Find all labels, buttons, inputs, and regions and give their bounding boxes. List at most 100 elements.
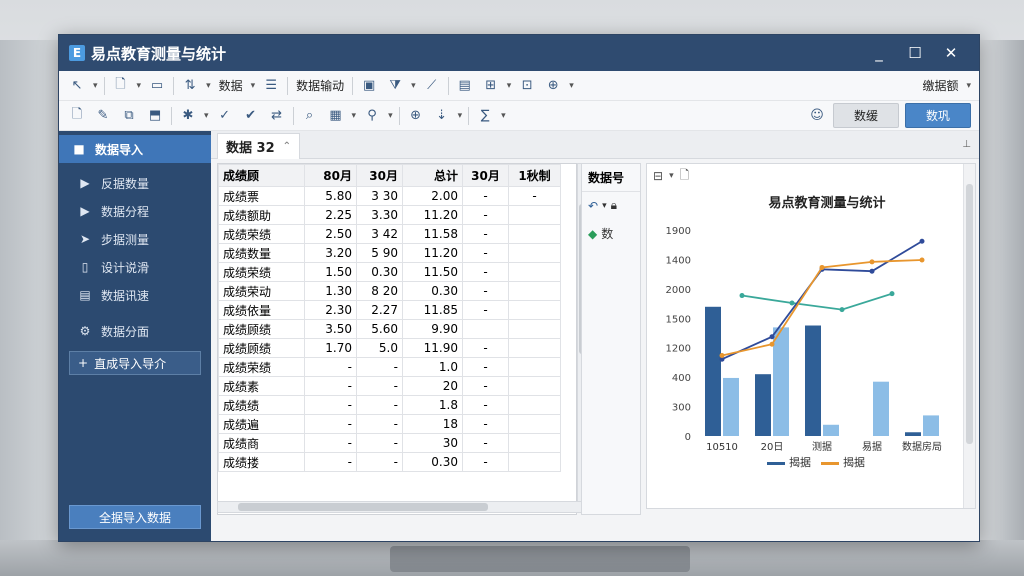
sort-az-icon[interactable]: ⇣ xyxy=(432,106,452,126)
minimize-button[interactable]: _ xyxy=(861,44,897,62)
table-row[interactable]: 成绩荣动 1.30 8 20 0.30- xyxy=(218,281,561,301)
table-cell[interactable]: 成绩荣绩 xyxy=(218,224,305,244)
sort-icon[interactable]: ⇅ xyxy=(180,76,200,96)
table-cell[interactable]: - xyxy=(304,395,357,415)
table-cell[interactable] xyxy=(508,395,561,415)
layout-icon[interactable]: ⊞ xyxy=(481,76,501,96)
table-cell[interactable]: 3 30 xyxy=(356,186,403,206)
chevron-down-icon[interactable]: ▾ xyxy=(206,81,211,91)
table-cell[interactable]: 11.50 xyxy=(402,262,463,282)
table-cell[interactable]: 5.80 xyxy=(304,186,357,206)
tab-pin-icon[interactable]: ⌃ xyxy=(283,141,291,152)
table-cell[interactable]: - xyxy=(304,433,357,453)
import-all-button[interactable]: 全据导入数据 xyxy=(69,505,201,529)
table-cell[interactable]: 成绩票 xyxy=(218,186,305,206)
table-row[interactable]: 成绩依量 2.30 2.27 11.85- xyxy=(218,300,561,320)
column-header[interactable]: 总计 xyxy=(402,164,463,187)
table-cell[interactable]: 11.58 xyxy=(402,224,463,244)
scroll-thumb[interactable] xyxy=(238,503,488,511)
table-cell[interactable]: 2.30 xyxy=(304,300,357,320)
table-cell[interactable]: 2.25 xyxy=(304,205,357,225)
new-file-icon[interactable]: 🗋 xyxy=(111,76,131,96)
validate-icon[interactable]: ✔ xyxy=(241,106,261,126)
close-button[interactable]: ✕ xyxy=(933,44,969,62)
table-cell[interactable]: 5.60 xyxy=(356,319,403,339)
table-row[interactable]: 成绩荣绩 2.50 3 42 11.58- xyxy=(218,224,561,244)
table-cell[interactable] xyxy=(462,319,509,339)
table-cell[interactable]: - xyxy=(462,186,509,206)
table-cell[interactable]: 8 20 xyxy=(356,281,403,301)
table-cell[interactable]: 30 xyxy=(402,433,463,453)
sidebar-item-data-face[interactable]: ⚙ 数据分面 xyxy=(59,317,211,345)
table-row[interactable]: 成绩商 - -30- xyxy=(218,433,561,453)
table-cell[interactable]: - xyxy=(462,433,509,453)
chevron-down-icon[interactable]: ▾ xyxy=(501,111,506,121)
table-cell[interactable] xyxy=(508,452,561,472)
column-header[interactable]: 成绩顾 xyxy=(218,164,305,187)
table-cell[interactable]: 11.20 xyxy=(402,243,463,263)
chart-vertical-scrollbar[interactable] xyxy=(963,164,975,508)
calculate-icon[interactable]: ∑ xyxy=(475,106,495,126)
table-cell[interactable]: 3 42 xyxy=(356,224,403,244)
table-cell[interactable]: 成绩绩 xyxy=(218,395,305,415)
sidebar-item-data-speed[interactable]: ▤ 数据讯速 xyxy=(59,281,211,309)
sidebar-item-design[interactable]: ▯ 设计说滑 xyxy=(59,253,211,281)
table-cell[interactable]: - xyxy=(304,376,357,396)
chart-icon[interactable]: ⟋ xyxy=(422,76,442,96)
table-cell[interactable]: - xyxy=(356,414,403,434)
table-cell[interactable]: - xyxy=(462,205,509,225)
table-cell[interactable]: - xyxy=(356,357,403,377)
cursor-icon[interactable]: ↖ xyxy=(67,76,87,96)
table-cell[interactable]: - xyxy=(508,186,561,206)
sidebar-item-measurement[interactable]: ➤ 步据测量 xyxy=(59,225,211,253)
table-cell[interactable]: 2.27 xyxy=(356,300,403,320)
table-cell[interactable]: 成绩遍 xyxy=(218,414,305,434)
table-cell[interactable]: - xyxy=(462,262,509,282)
pin-icon[interactable]: ⊥ xyxy=(962,139,971,150)
table-cell[interactable]: 1.0 xyxy=(402,357,463,377)
lock-icon[interactable]: 🔒︎ xyxy=(611,198,617,213)
add-import-button[interactable]: + 直成导入导介 xyxy=(69,351,201,375)
chevron-down-icon[interactable]: ▾ xyxy=(352,111,357,121)
table-cell[interactable]: - xyxy=(462,414,509,434)
chevron-down-icon[interactable]: ▾ xyxy=(204,111,209,121)
table-row[interactable]: 成绩荣绩 1.50 0.30 11.50- xyxy=(218,262,561,282)
table-row[interactable]: 成绩顾绩 1.70 5.0 11.90- xyxy=(218,338,561,358)
table-row[interactable]: 成绩额助 2.25 3.30 11.20- xyxy=(218,205,561,225)
table-cell[interactable]: 成绩数量 xyxy=(218,243,305,263)
sidebar-item-data-count[interactable]: ▶ 反据数量 xyxy=(59,169,211,197)
table-cell[interactable]: 3.20 xyxy=(304,243,357,263)
toolbar-data-move[interactable]: 数据输动 xyxy=(294,77,346,94)
scroll-thumb[interactable] xyxy=(966,184,973,444)
tag-icon[interactable]: ⊡ xyxy=(517,76,537,96)
table-row[interactable]: 成绩遍 - -18- xyxy=(218,414,561,434)
table-cell[interactable]: 成绩素 xyxy=(218,376,305,396)
table-cell[interactable]: - xyxy=(462,395,509,415)
chevron-down-icon[interactable]: ▾ xyxy=(411,81,416,91)
search-icon[interactable]: ⌕ xyxy=(300,106,320,126)
table-cell[interactable]: 11.90 xyxy=(402,338,463,358)
table-cell[interactable] xyxy=(508,376,561,396)
table-cell[interactable]: - xyxy=(462,338,509,358)
table-row[interactable]: 成绩素 - -20- xyxy=(218,376,561,396)
table-cell[interactable]: 18 xyxy=(402,414,463,434)
blue-action-button[interactable]: 数巩 xyxy=(904,103,971,128)
table-cell[interactable]: 成绩额助 xyxy=(218,205,305,225)
table-cell[interactable]: 成绩商 xyxy=(218,433,305,453)
table-cell[interactable]: 1.70 xyxy=(304,338,357,358)
monitor-icon[interactable]: ▣ xyxy=(359,76,379,96)
table-cell[interactable]: 0.30 xyxy=(402,452,463,472)
table-cell[interactable]: - xyxy=(462,376,509,396)
table-cell[interactable] xyxy=(508,281,561,301)
document-icon[interactable]: 🗋 xyxy=(67,106,87,126)
filter-icon[interactable]: ⧩ xyxy=(385,76,405,96)
check-icon[interactable]: ✓ xyxy=(215,106,235,126)
column-header[interactable]: 80月 xyxy=(304,164,357,187)
table-cell[interactable]: - xyxy=(304,452,357,472)
table-cell[interactable] xyxy=(508,338,561,358)
table-cell[interactable]: - xyxy=(356,452,403,472)
table-row[interactable]: 成绩数量 3.20 5 90 11.20- xyxy=(218,243,561,263)
table-cell[interactable] xyxy=(508,300,561,320)
table-cell[interactable]: - xyxy=(356,433,403,453)
table-cell[interactable]: 1.8 xyxy=(402,395,463,415)
